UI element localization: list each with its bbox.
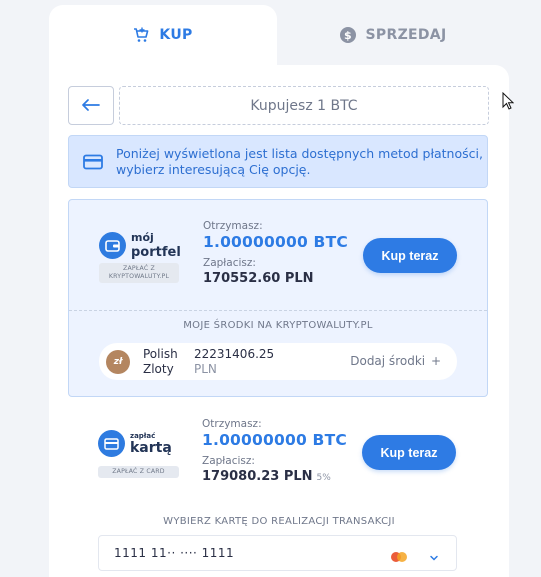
currency-name: Polish Zloty (143, 347, 178, 377)
pln-coin-icon: zł (106, 350, 130, 374)
info-banner: Poniżej wyświetlona jest lista dostępnyc… (68, 135, 488, 188)
tab-sell-label: SPRZEDAJ (365, 27, 447, 43)
back-button[interactable] (68, 86, 114, 125)
wallet-badge: ZAPŁAĆ Z KRYPTOWALUTY.PL (99, 263, 179, 283)
wallet-logo-line1: mój (131, 231, 154, 244)
amount-text: Kupujesz 1 BTC (250, 97, 358, 114)
wallet-badge-line2: KRYPTOWALUTY.PL (108, 273, 170, 280)
card-logo-line2: kartą (130, 439, 172, 456)
card-badge: ZAPŁAĆ Z CARD (98, 466, 179, 478)
funds-row: zł Polish Zloty 22231406.25 PLN Dodaj śr… (99, 343, 457, 380)
wallet-buy-button[interactable]: Kup teraz (363, 238, 457, 273)
cart-icon (133, 27, 149, 43)
card-select[interactable]: 1111 11·· ···· 1111 (98, 535, 457, 571)
currency-name-line1: Polish (143, 347, 178, 361)
card-logo: zapłać kartą (98, 430, 172, 457)
card-receive-label: Otrzymasz: (202, 418, 262, 430)
dollar-coin-icon: $ (339, 27, 356, 43)
balance-value: 22231406.25 (194, 347, 275, 361)
credit-card-icon (83, 154, 103, 170)
wallet-receive-label: Otrzymasz: (203, 220, 263, 232)
card-pay-value: 179080.23 PLN (202, 469, 313, 484)
balance-unit: PLN (194, 362, 217, 376)
card-pay-label: Zapłacisz: (202, 455, 255, 467)
wallet-logo-line2: portfel (131, 245, 181, 260)
card-receive-value: 1.00000000 BTC (202, 431, 347, 449)
amount-summary: Kupujesz 1 BTC (119, 86, 489, 125)
tab-buy[interactable]: KUP (49, 5, 277, 65)
wallet-logo: mój portfel (99, 230, 181, 260)
mouse-cursor-icon (502, 91, 515, 114)
card-number: 1111 11·· ···· 1111 (114, 546, 235, 560)
card-fee: 5% (316, 473, 331, 483)
info-text: Poniżej wyświetlona jest lista dostępnyc… (116, 145, 483, 177)
chevron-down-icon[interactable] (429, 548, 439, 567)
add-funds-link[interactable]: Dodaj środki + (350, 354, 441, 368)
wallet-icon (99, 231, 126, 259)
card-pay-row: 179080.23 PLN 5% (202, 469, 331, 484)
tab-buy-label: KUP (159, 27, 193, 43)
tab-sell[interactable]: $ SPRZEDAJ (277, 5, 509, 65)
mastercard-icon (389, 548, 409, 562)
wallet-receive-value: 1.00000000 BTC (203, 233, 348, 251)
wallet-pay-value: 170552.60 PLN (203, 271, 314, 286)
card-payment-icon (98, 430, 125, 457)
payment-method-wallet: mój portfel ZAPŁAĆ Z KRYPTOWALUTY.PL Otr… (68, 199, 488, 397)
add-funds-label: Dodaj środki (350, 354, 426, 368)
svg-text:$: $ (344, 29, 352, 42)
funds-title: MOJE ŚRODKI NA KRYPTOWALUTY.PL (183, 320, 373, 331)
balance: 22231406.25 PLN (194, 347, 274, 377)
card-select-title: WYBIERZ KARTĘ DO REALIZACJI TRANSAKCJI (163, 516, 395, 527)
currency-name-line2: Zloty (143, 362, 174, 376)
wallet-badge-line1: ZAPŁAĆ Z (123, 265, 155, 272)
divider (69, 310, 487, 311)
plus-icon: + (430, 354, 441, 368)
arrow-left-icon (82, 96, 100, 115)
wallet-pay-label: Zapłacisz: (203, 257, 256, 269)
card-buy-button[interactable]: Kup teraz (362, 435, 456, 470)
